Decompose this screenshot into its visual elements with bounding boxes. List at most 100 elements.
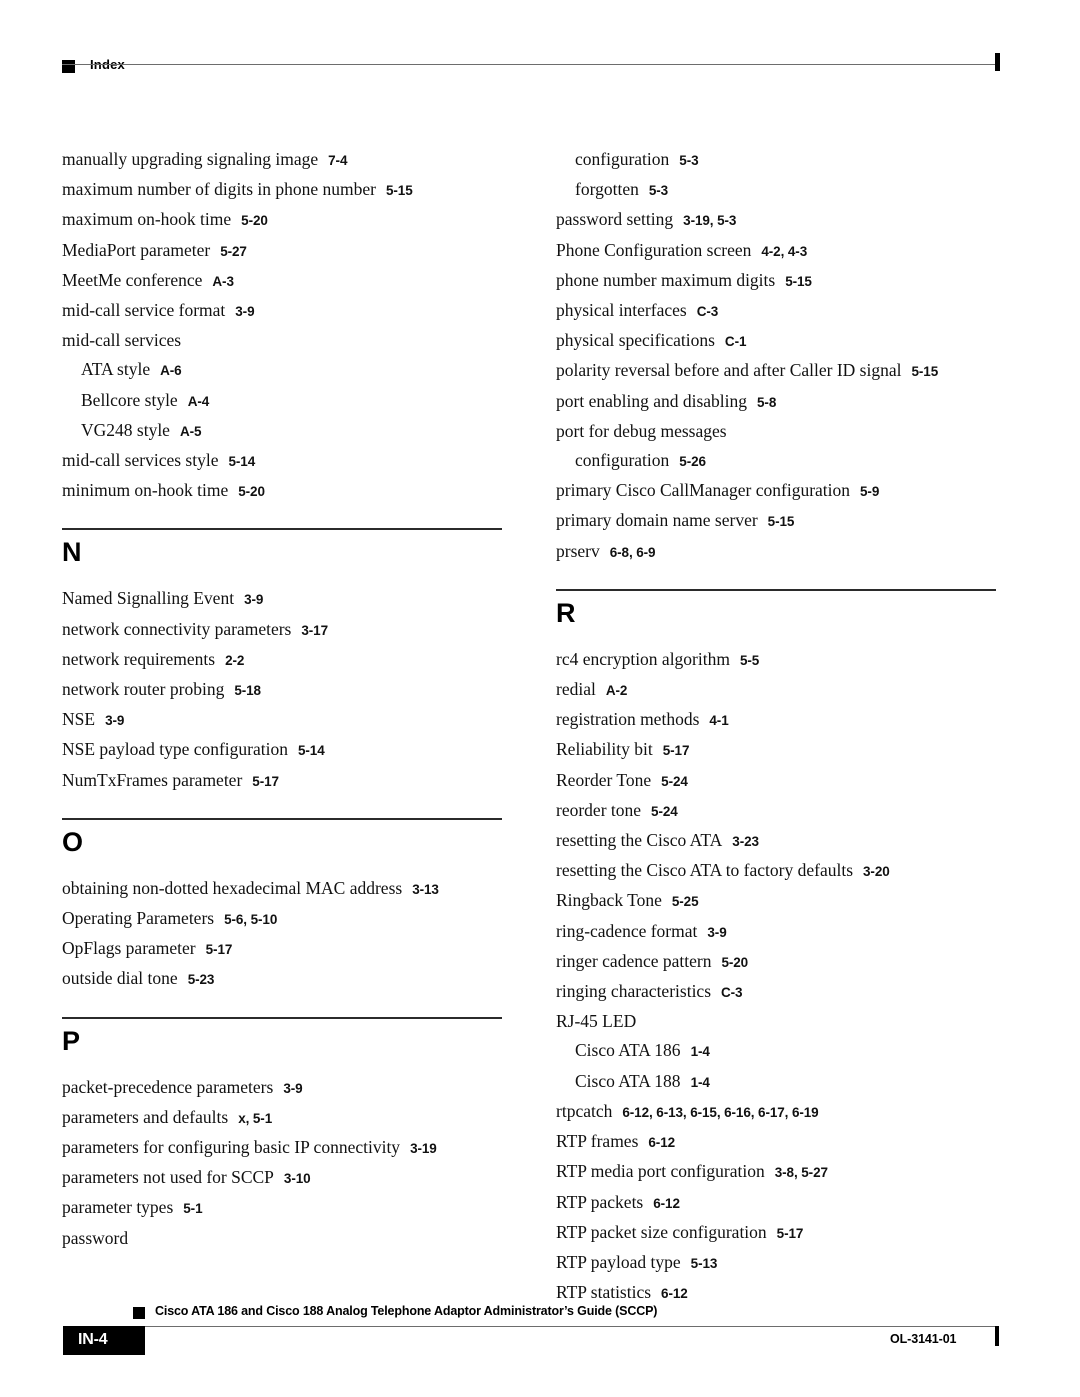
index-entry-page-refs[interactable]: 5-17 bbox=[252, 774, 279, 789]
index-entry-page-refs[interactable]: 5-8 bbox=[757, 395, 776, 410]
index-entry: network requirements 2-2 bbox=[62, 645, 502, 675]
index-entry-page-refs[interactable]: 3-10 bbox=[284, 1171, 311, 1186]
index-entry-page-refs[interactable]: 5-15 bbox=[386, 183, 413, 198]
index-letter-group: O bbox=[62, 817, 502, 858]
index-entry: NSE payload type configuration 5-14 bbox=[62, 735, 502, 765]
index-entry: MeetMe conference A-3 bbox=[62, 266, 502, 296]
index-entry-page-refs[interactable]: 5-3 bbox=[649, 183, 668, 198]
index-entry-page-refs[interactable]: 5-20 bbox=[721, 955, 748, 970]
index-column-left: manually upgrading signaling image 7-4 max… bbox=[62, 145, 502, 1253]
index-entry: mid-call services style 5-14 bbox=[62, 446, 502, 476]
index-entry: password bbox=[62, 1224, 502, 1253]
index-entry-term: Ringback Tone bbox=[556, 890, 662, 911]
index-entry: manually upgrading signaling image 7-4 bbox=[62, 145, 502, 175]
index-entry-term: Named Signalling Event bbox=[62, 588, 235, 609]
index-entry-page-refs[interactable]: 3-13 bbox=[412, 882, 439, 897]
index-entry-page-refs[interactable]: 5-15 bbox=[785, 274, 812, 289]
index-entry-page-refs[interactable]: 5-13 bbox=[691, 1256, 718, 1271]
index-entry: registration methods 4-1 bbox=[556, 705, 996, 735]
index-entry-page-refs[interactable]: 5-15 bbox=[911, 364, 938, 379]
index-entry-page-refs[interactable]: 5-3 bbox=[679, 153, 698, 168]
index-entry-page-refs[interactable]: x, 5-1 bbox=[238, 1111, 272, 1126]
index-entry: rtpcatch 6-12, 6-13, 6-15, 6-16, 6-17, 6-… bbox=[556, 1097, 996, 1127]
index-entry-page-refs[interactable]: 5-1 bbox=[183, 1201, 202, 1216]
footer-page-number: IN-4 bbox=[78, 1331, 108, 1348]
index-entry-page-refs[interactable]: A-3 bbox=[212, 274, 234, 289]
index-entry-page-refs[interactable]: 5-14 bbox=[228, 454, 255, 469]
index-entry-term: maximum on-hook time bbox=[62, 209, 232, 230]
index-entry-page-refs[interactable]: 3-9 bbox=[105, 713, 124, 728]
index-entry-term: Cisco ATA 188 bbox=[575, 1070, 681, 1091]
index-entry-page-refs[interactable]: 7-4 bbox=[328, 153, 347, 168]
index-entry-term: outside dial tone bbox=[62, 968, 178, 989]
index-entry-page-refs[interactable]: 5-27 bbox=[220, 244, 247, 259]
index-subentry: Cisco ATA 186 1-4 bbox=[556, 1036, 996, 1066]
index-entry-page-refs[interactable]: 5-25 bbox=[672, 894, 699, 909]
index-entry-page-refs[interactable]: 3-9 bbox=[283, 1081, 302, 1096]
index-entry-page-refs[interactable]: A-5 bbox=[180, 424, 202, 439]
index-entry-page-refs[interactable]: 1-4 bbox=[691, 1075, 710, 1090]
index-entry-page-refs[interactable]: 3-9 bbox=[235, 304, 254, 319]
index-entry-page-refs[interactable]: A-6 bbox=[160, 363, 182, 378]
index-entry-page-refs[interactable]: 5-5 bbox=[740, 653, 759, 668]
index-entry-page-refs[interactable]: 4-2, 4-3 bbox=[761, 244, 807, 259]
index-entry-page-refs[interactable]: 5-20 bbox=[238, 484, 265, 499]
index-entry-page-refs[interactable]: 5-9 bbox=[860, 484, 879, 499]
index-entry-term: NSE payload type configuration bbox=[62, 739, 288, 760]
index-entry-term: rtpcatch bbox=[556, 1100, 613, 1121]
index-entry-page-refs[interactable]: 3-17 bbox=[301, 623, 328, 638]
index-entry-page-refs[interactable]: 3-9 bbox=[244, 592, 263, 607]
footer-square-marker-icon bbox=[133, 1307, 145, 1319]
index-entry-page-refs[interactable]: C-3 bbox=[697, 304, 719, 319]
index-entry-page-refs[interactable]: C-3 bbox=[721, 985, 743, 1000]
index-entry-page-refs[interactable]: 3-20 bbox=[863, 864, 890, 879]
index-entry: primary Cisco CallManager configuration 5… bbox=[556, 476, 996, 506]
index-entry: redial A-2 bbox=[556, 675, 996, 705]
index-entry-page-refs[interactable]: 3-9 bbox=[707, 925, 726, 940]
index-entry-page-refs[interactable]: 5-23 bbox=[188, 972, 215, 987]
index-entry-page-refs[interactable]: 5-17 bbox=[663, 743, 690, 758]
index-entry-page-refs[interactable]: 6-12, 6-13, 6-15, 6-16, 6-17, 6-19 bbox=[622, 1105, 818, 1120]
index-entry-page-refs[interactable]: 5-15 bbox=[768, 514, 795, 529]
footer-edge-tick-icon bbox=[995, 1326, 999, 1346]
index-entry-page-refs[interactable]: 5-24 bbox=[661, 774, 688, 789]
index-entry-page-refs[interactable]: 5-18 bbox=[234, 683, 261, 698]
index-entry-page-refs[interactable]: 3-19, 5-3 bbox=[683, 213, 736, 228]
index-entry-page-refs[interactable]: 4-1 bbox=[709, 713, 728, 728]
index-entry-term: registration methods bbox=[556, 709, 700, 730]
index-entry-page-refs[interactable]: C-1 bbox=[725, 334, 747, 349]
index-entry: phone number maximum digits 5-15 bbox=[556, 266, 996, 296]
index-entry-page-refs[interactable]: A-4 bbox=[188, 394, 210, 409]
index-entry-page-refs[interactable]: 5-17 bbox=[777, 1226, 804, 1241]
index-entry-page-refs[interactable]: 3-8, 5-27 bbox=[775, 1165, 828, 1180]
index-entry: mid-call service format 3-9 bbox=[62, 296, 502, 326]
index-entry-page-refs[interactable]: 3-23 bbox=[732, 834, 759, 849]
index-entry-page-refs[interactable]: 5-6, 5-10 bbox=[224, 912, 277, 927]
index-entry-page-refs[interactable]: 2-2 bbox=[225, 653, 244, 668]
index-entry: prserv 6-8, 6-9 bbox=[556, 537, 996, 567]
index-entry: port enabling and disabling 5-8 bbox=[556, 387, 996, 417]
index-entry-term: RJ-45 LED bbox=[556, 1011, 637, 1032]
index-entry-page-refs[interactable]: 5-17 bbox=[206, 942, 233, 957]
index-entry: RTP packet size configuration 5-17 bbox=[556, 1218, 996, 1248]
index-entry-term: RTP media port configuration bbox=[556, 1161, 765, 1182]
index-entry-page-refs[interactable]: 5-14 bbox=[298, 743, 325, 758]
index-entry-page-refs[interactable]: 5-26 bbox=[679, 454, 706, 469]
index-entry: RTP payload type 5-13 bbox=[556, 1248, 996, 1278]
index-entry-page-refs[interactable]: 6-12 bbox=[653, 1196, 680, 1211]
index-entry: parameters for configuring basic IP conn… bbox=[62, 1133, 502, 1163]
index-entry-page-refs[interactable]: 6-12 bbox=[661, 1286, 688, 1301]
index-entry-page-refs[interactable]: A-2 bbox=[606, 683, 628, 698]
index-entry-term: configuration bbox=[575, 149, 670, 169]
index-entry: Reorder Tone 5-24 bbox=[556, 766, 996, 796]
index-entry-page-refs[interactable]: 5-20 bbox=[241, 213, 268, 228]
index-entry-page-refs[interactable]: 3-19 bbox=[410, 1141, 437, 1156]
index-entry-page-refs[interactable]: 6-8, 6-9 bbox=[610, 545, 656, 560]
index-entry-page-refs[interactable]: 1-4 bbox=[691, 1044, 710, 1059]
index-entry: packet-precedence parameters 3-9 bbox=[62, 1073, 502, 1103]
index-subentry: ATA style A-6 bbox=[62, 355, 502, 385]
index-entry-page-refs[interactable]: 5-24 bbox=[651, 804, 678, 819]
index-entry-page-refs[interactable]: 6-12 bbox=[648, 1135, 675, 1150]
index-entry-term: reorder tone bbox=[556, 799, 642, 820]
footer-divider bbox=[133, 1326, 999, 1327]
